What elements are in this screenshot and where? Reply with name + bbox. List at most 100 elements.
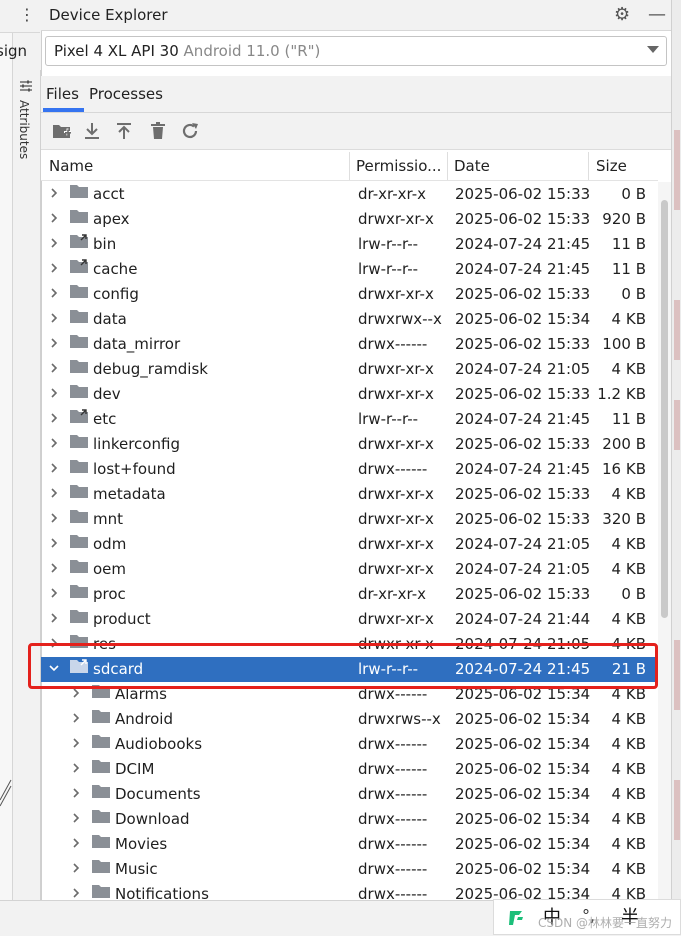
column-divider[interactable]: [349, 152, 350, 180]
table-row[interactable]: Movies drwx------ 2025-06-02 15:34 4 KB: [41, 832, 658, 857]
table-row[interactable]: mnt drwxr-xr-x 2025-06-02 15:33 320 B: [41, 507, 658, 532]
delete-icon[interactable]: [148, 121, 168, 141]
table-row[interactable]: debug_ramdisk drwxr-xr-x 2024-07-24 21:05 4…: [41, 357, 658, 382]
chevron-right-icon[interactable]: [48, 282, 60, 298]
chevron-right-icon[interactable]: [48, 607, 60, 623]
chevron-right-icon[interactable]: [48, 457, 60, 473]
table-row[interactable]: Notifications drwx------ 2025-06-02 15:34 4…: [41, 882, 658, 900]
chevron-right-icon[interactable]: [48, 532, 60, 548]
row-size: 0 B: [621, 585, 646, 603]
folder-icon: [70, 557, 88, 573]
refresh-icon[interactable]: [180, 121, 200, 141]
table-row[interactable]: cache lrw-r--r-- 2024-07-24 21:45 11 B: [41, 257, 658, 282]
sliders-icon[interactable]: [18, 78, 34, 94]
new-folder-icon[interactable]: [52, 121, 72, 141]
more-options-icon[interactable]: ⋮: [19, 4, 35, 26]
chevron-right-icon[interactable]: [48, 232, 60, 248]
table-row[interactable]: DCIM drwx------ 2025-06-02 15:34 4 KB: [41, 757, 658, 782]
row-name: data_mirror: [93, 335, 181, 353]
folder-icon: [70, 382, 88, 398]
table-row[interactable]: oem drwxr-xr-x 2024-07-24 21:05 4 KB: [41, 557, 658, 582]
chevron-right-icon[interactable]: [70, 857, 82, 873]
gear-icon[interactable]: ⚙: [614, 4, 630, 26]
chevron-right-icon[interactable]: [48, 357, 60, 373]
upload-icon[interactable]: [114, 121, 134, 141]
right-tab-marker[interactable]: [674, 780, 680, 840]
table-row[interactable]: apex drwxr-xr-x 2025-06-02 15:33 920 B: [41, 207, 658, 232]
row-name: linkerconfig: [93, 435, 180, 453]
table-row[interactable]: acct dr-xr-xr-x 2025-06-02 15:33 0 B: [41, 182, 658, 207]
folder-icon: [92, 782, 110, 798]
row-permissions: drwx------: [358, 760, 428, 778]
folder-icon: [92, 732, 110, 748]
chevron-right-icon[interactable]: [70, 707, 82, 723]
tab-processes[interactable]: Processes: [89, 84, 163, 104]
column-header-date[interactable]: Date: [454, 156, 574, 176]
table-row[interactable]: data drwxrwx--x 2025-06-02 15:34 4 KB: [41, 307, 658, 332]
chevron-right-icon[interactable]: [70, 882, 82, 898]
right-tab-marker[interactable]: [674, 400, 680, 450]
table-row[interactable]: config drwxr-xr-x 2025-06-02 15:33 0 B: [41, 282, 658, 307]
table-row[interactable]: Music drwx------ 2025-06-02 15:34 4 KB: [41, 857, 658, 882]
chevron-right-icon[interactable]: [48, 582, 60, 598]
resize-grip-icon: [0, 779, 12, 807]
table-row[interactable]: product drwxr-xr-x 2024-07-24 21:44 4 KB: [41, 607, 658, 632]
table-row[interactable]: Audiobooks drwx------ 2025-06-02 15:34 4 KB: [41, 732, 658, 757]
right-tab-marker[interactable]: [674, 640, 680, 710]
right-tab-marker[interactable]: [674, 300, 680, 360]
row-permissions: drwxr-xr-x: [358, 210, 434, 228]
row-size: 100 B: [602, 335, 646, 353]
table-row[interactable]: odm drwxr-xr-x 2024-07-24 21:05 4 KB: [41, 532, 658, 557]
chevron-right-icon[interactable]: [48, 332, 60, 348]
row-name: Music: [115, 860, 158, 878]
column-header-name[interactable]: Name: [49, 156, 339, 176]
minimize-icon[interactable]: —: [648, 4, 666, 26]
chevron-right-icon[interactable]: [48, 482, 60, 498]
chevron-right-icon[interactable]: [48, 507, 60, 523]
table-row[interactable]: bin lrw-r--r-- 2024-07-24 21:45 11 B: [41, 232, 658, 257]
folder-link-icon: [70, 407, 88, 423]
chevron-right-icon[interactable]: [48, 182, 60, 198]
design-tab[interactable]: sign: [0, 34, 40, 68]
table-row[interactable]: proc dr-xr-xr-x 2025-06-02 15:33 0 B: [41, 582, 658, 607]
row-permissions: drwx------: [358, 835, 428, 853]
column-divider[interactable]: [588, 152, 589, 180]
chevron-right-icon[interactable]: [70, 732, 82, 748]
chevron-right-icon[interactable]: [48, 257, 60, 273]
table-row[interactable]: etc lrw-r--r-- 2024-07-24 21:45 11 B: [41, 407, 658, 432]
chevron-right-icon[interactable]: [48, 432, 60, 448]
chevron-down-icon[interactable]: [647, 46, 659, 53]
scrollbar-thumb[interactable]: [661, 200, 668, 618]
row-name: cache: [93, 260, 138, 278]
table-row[interactable]: metadata drwxr-xr-x 2025-06-02 15:33 4 KB: [41, 482, 658, 507]
right-tab-marker[interactable]: [674, 130, 680, 210]
tab-files[interactable]: Files: [46, 84, 79, 104]
column-header-permissions[interactable]: Permissio...: [356, 156, 444, 176]
chevron-right-icon[interactable]: [48, 207, 60, 223]
table-row[interactable]: Documents drwx------ 2025-06-02 15:34 4 KB: [41, 782, 658, 807]
table-row[interactable]: linkerconfig drwxr-xr-x 2025-06-02 15:33 20…: [41, 432, 658, 457]
chevron-right-icon[interactable]: [48, 407, 60, 423]
row-size: 4 KB: [611, 360, 646, 378]
column-divider[interactable]: [447, 152, 448, 180]
table-row[interactable]: data_mirror drwx------ 2025-06-02 15:33 100…: [41, 332, 658, 357]
row-date: 2025-06-02 15:34: [455, 885, 591, 900]
table-row[interactable]: Download drwx------ 2025-06-02 15:34 4 KB: [41, 807, 658, 832]
chevron-right-icon[interactable]: [70, 832, 82, 848]
chevron-right-icon[interactable]: [48, 382, 60, 398]
download-icon[interactable]: [82, 121, 102, 141]
column-header-size[interactable]: Size: [596, 156, 646, 176]
attributes-tab[interactable]: Attributes: [11, 100, 37, 170]
row-name: acct: [93, 185, 125, 203]
table-row[interactable]: dev drwxr-xr-x 2025-06-02 15:33 1.2 KB: [41, 382, 658, 407]
row-permissions: drwx------: [358, 860, 428, 878]
chevron-right-icon[interactable]: [48, 307, 60, 323]
chevron-right-icon[interactable]: [48, 557, 60, 573]
chevron-right-icon[interactable]: [70, 757, 82, 773]
table-row[interactable]: Android drwxrws--x 2025-06-02 15:34 4 KB: [41, 707, 658, 732]
chevron-right-icon[interactable]: [70, 807, 82, 823]
ime-logo-icon[interactable]: [506, 907, 528, 929]
table-row[interactable]: lost+found drwx------ 2024-07-24 21:45 16 K…: [41, 457, 658, 482]
chevron-right-icon[interactable]: [70, 782, 82, 798]
row-permissions: dr-xr-xr-x: [358, 185, 427, 203]
